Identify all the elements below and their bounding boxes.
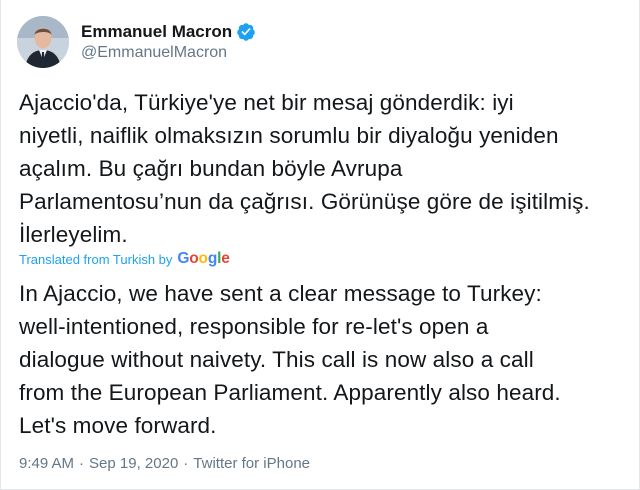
translation-text: In Ajaccio, we have sent a clear message…	[19, 281, 561, 438]
tweet-time[interactable]: 9:49 AM	[19, 455, 74, 472]
tweet-text: Ajaccio'da, Türkiye'ye net bir mesaj gön…	[19, 90, 590, 247]
author-names: Emmanuel Macron @EmmanuelMacron	[81, 22, 256, 62]
tweet-date[interactable]: Sep 19, 2020	[89, 455, 178, 472]
meta-separator: ·	[183, 455, 189, 472]
display-name-row: Emmanuel Macron	[81, 22, 256, 42]
google-letter: o	[198, 250, 208, 267]
display-name[interactable]: Emmanuel Macron	[81, 22, 232, 42]
translation-attribution: Translated from Turkish by Google	[19, 250, 230, 268]
google-letter: g	[207, 250, 218, 267]
translated-from-link[interactable]: Translated from Turkish by	[19, 252, 172, 267]
profile-photo	[17, 16, 69, 68]
author-handle[interactable]: @EmmanuelMacron	[81, 44, 256, 62]
avatar[interactable]	[17, 16, 69, 68]
google-logo[interactable]: Google	[177, 250, 229, 268]
tweet-card: Emmanuel Macron @EmmanuelMacron Ajaccio'…	[0, 0, 640, 490]
verified-badge-icon	[236, 22, 256, 42]
tweet-header: Emmanuel Macron @EmmanuelMacron	[17, 14, 256, 70]
tweet-source[interactable]: Twitter for iPhone	[193, 455, 310, 472]
tweet-meta: 9:49 AM · Sep 19, 2020 · Twitter for iPh…	[19, 455, 310, 472]
google-letter: e	[221, 250, 230, 267]
meta-separator: ·	[79, 455, 85, 472]
google-letter: G	[177, 250, 190, 267]
google-letter: o	[189, 250, 199, 267]
